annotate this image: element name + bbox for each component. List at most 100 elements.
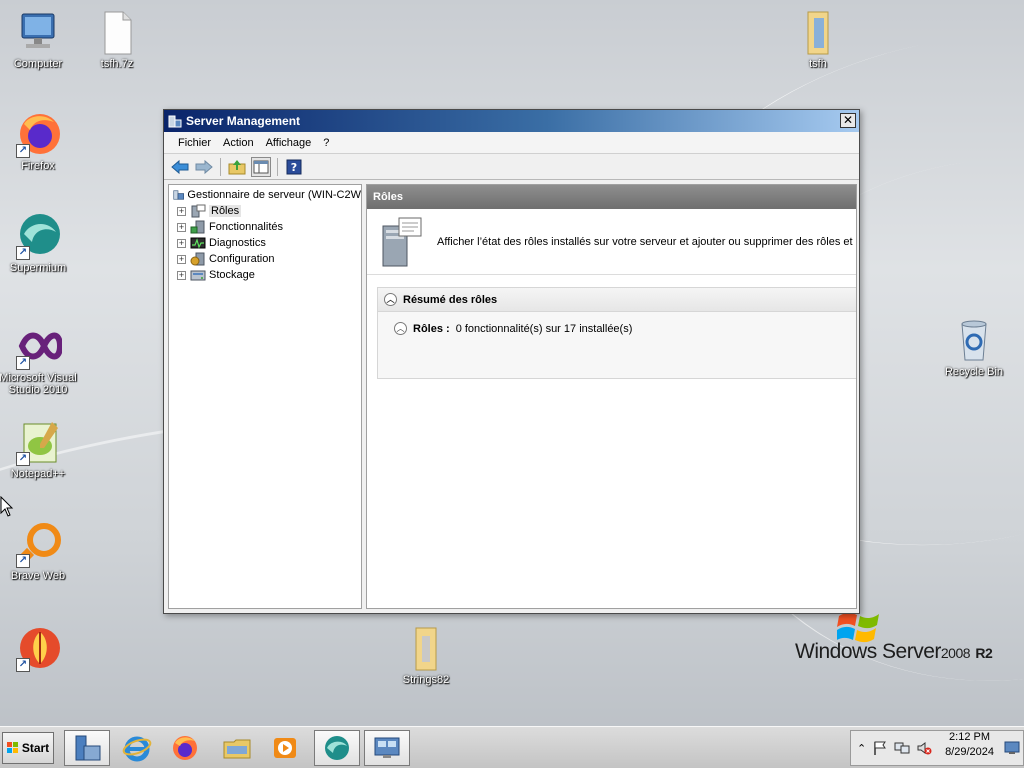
taskbar-media-player[interactable] — [262, 730, 308, 766]
supermium-icon: ↗ — [14, 212, 62, 260]
desktop-icon-recycle-bin[interactable]: Recycle Bin — [934, 316, 1014, 378]
roles-summary-header[interactable]: ︿ Résumé des rôles — [378, 288, 856, 312]
menu-fichier[interactable]: Fichier — [172, 137, 217, 149]
roles-large-icon — [382, 217, 422, 266]
shortcut-arrow-icon: ↗ — [16, 554, 30, 568]
window-title: Server Management — [186, 114, 301, 128]
desktop-icon-label: Recycle Bin — [944, 366, 1004, 378]
clock-time: 2:12 PM — [949, 731, 991, 743]
tree-item-label: Stockage — [209, 269, 255, 281]
expand-icon[interactable]: + — [177, 206, 186, 216]
desktop-icon-strings-folder[interactable]: Strings82 — [386, 624, 466, 686]
tree-item-diagnostics[interactable]: + Diagnostics — [177, 235, 361, 251]
roles-summary-title: Résumé des rôles — [403, 293, 498, 306]
storage-icon — [190, 270, 206, 281]
show-hidden-icons-icon[interactable]: ⌃ — [857, 742, 866, 755]
taskbar-internet-explorer[interactable] — [114, 730, 160, 766]
taskbar-server-manager[interactable] — [64, 730, 110, 766]
server-manager-icon — [173, 190, 185, 200]
roles-count-value: 0 fonctionnalité(s) sur 17 installée(s) — [455, 322, 633, 335]
magnifier-app-icon: ↗ — [14, 520, 62, 568]
menu-action[interactable]: Action — [217, 137, 260, 149]
roles-count-label: Rôles : — [413, 322, 450, 335]
remote-desktop-icon — [374, 737, 400, 758]
shortcut-arrow-icon: ↗ — [16, 452, 30, 466]
roles-intro-text: Afficher l’état des rôles installés sur … — [437, 235, 853, 248]
collapse-chevron-icon[interactable]: ︿ — [384, 293, 397, 306]
shortcut-arrow-icon: ↗ — [16, 356, 30, 370]
desktop-icon-tsfh-folder[interactable]: tsfh — [778, 8, 858, 70]
desktop-icon-label: Notepad++ — [10, 468, 66, 480]
media-player-icon — [274, 738, 296, 758]
expand-icon[interactable]: + — [177, 222, 186, 232]
desktop-icon-label: Computer — [13, 58, 63, 70]
action-center-flag-icon[interactable] — [872, 740, 888, 756]
desktop-icon-visual-studio[interactable]: ↗ Microsoft Visual Studio 2010 — [0, 322, 78, 396]
help-icon: ? — [286, 159, 302, 174]
show-desktop-icon[interactable] — [1004, 741, 1020, 755]
toolbar: ? — [164, 154, 859, 180]
expand-icon[interactable]: + — [177, 254, 186, 264]
desktop-icon-tsfh-7z[interactable]: tsfh.7z — [77, 8, 157, 70]
menu-affichage[interactable]: Affichage — [260, 137, 318, 149]
volume-muted-icon[interactable] — [916, 740, 932, 756]
tree-item-storage[interactable]: + Stockage — [177, 267, 361, 283]
forward-icon — [195, 159, 213, 174]
expand-icon[interactable]: + — [177, 270, 186, 280]
tree-item-label: Diagnostics — [209, 237, 266, 249]
window-titlebar[interactable]: Server Management ✕ — [164, 110, 859, 132]
tree-item-label: Configuration — [209, 253, 275, 265]
roles-summary-section: ︿ Résumé des rôles ︿ Rôles : 0 fonctionn… — [377, 287, 856, 379]
tree-item-roles[interactable]: + Rôles — [177, 203, 361, 219]
brand-release: R2 — [975, 645, 993, 661]
show-hide-console-tree-icon — [253, 160, 269, 173]
collapse-chevron-icon[interactable]: ︿ — [394, 322, 407, 335]
close-button[interactable]: ✕ — [840, 113, 856, 128]
server-manager-icon — [168, 115, 182, 128]
start-button[interactable]: Start — [2, 732, 54, 764]
server-manager-icon — [75, 735, 101, 761]
notepad-plus-plus-icon: ↗ — [14, 418, 62, 466]
desktop-icon-label: Microsoft Visual Studio 2010 — [0, 372, 77, 396]
expand-icon[interactable]: + — [177, 238, 186, 248]
tree-item-configuration[interactable]: + Configuration — [177, 251, 361, 267]
menu-help[interactable]: ? — [317, 137, 335, 149]
computer-icon — [14, 8, 62, 56]
desktop-icon-app[interactable]: ↗ — [0, 624, 78, 674]
desktop-icon-firefox[interactable]: ↗ Firefox — [0, 110, 78, 172]
desktop-icon-notepad-plus-plus[interactable]: ↗ Notepad++ — [0, 418, 78, 480]
show-hide-console-tree-button[interactable] — [251, 156, 271, 177]
mouse-cursor-icon — [0, 496, 14, 517]
tree-item-label: Rôles — [209, 205, 242, 217]
desktop-icon-label: Strings82 — [402, 674, 450, 686]
console-tree[interactable]: Gestionnaire de serveur (WIN-C2W + Rôles… — [168, 184, 362, 609]
desktop-icon-label: Supermium — [9, 262, 67, 274]
tree-item-features[interactable]: + Fonctionnalités — [177, 219, 361, 235]
brand-name: Windows Server — [795, 640, 941, 663]
tree-root[interactable]: Gestionnaire de serveur (WIN-C2W — [173, 187, 361, 203]
roles-summary-row: ︿ Rôles : 0 fonctionnalité(s) sur 17 ins… — [378, 312, 856, 335]
back-button[interactable] — [170, 157, 190, 177]
svg-text:?: ? — [291, 161, 297, 174]
firefox-icon — [173, 736, 197, 760]
desktop-icon-brave[interactable]: ↗ Brave Web — [0, 520, 78, 582]
desktop-icon-supermium[interactable]: ↗ Supermium — [0, 212, 78, 274]
detail-header: Rôles — [367, 185, 856, 209]
taskbar: Start ⌃ 2:12 PM 8/29/2024 — [0, 726, 1024, 768]
taskbar-firefox[interactable] — [162, 730, 208, 766]
taskbar-remote-desktop[interactable] — [364, 730, 410, 766]
server-management-window[interactable]: Server Management ✕ Fichier Action Affic… — [163, 109, 860, 614]
network-icon[interactable] — [894, 740, 910, 756]
configuration-icon — [190, 252, 205, 266]
desktop-icon-computer[interactable]: Computer — [0, 8, 78, 70]
clock[interactable]: 2:12 PM 8/29/2024 — [945, 730, 994, 760]
visual-studio-icon: ↗ — [14, 322, 64, 370]
up-folder-button[interactable] — [227, 157, 247, 177]
roles-intro: Afficher l’état des rôles installés sur … — [367, 209, 856, 275]
file-explorer-icon — [223, 739, 251, 759]
taskbar-file-explorer[interactable] — [214, 730, 260, 766]
desktop-icon-label: tsfh.7z — [100, 58, 134, 70]
taskbar-supermium[interactable] — [314, 730, 360, 766]
help-button[interactable]: ? — [284, 157, 304, 177]
forward-button[interactable] — [194, 157, 214, 177]
